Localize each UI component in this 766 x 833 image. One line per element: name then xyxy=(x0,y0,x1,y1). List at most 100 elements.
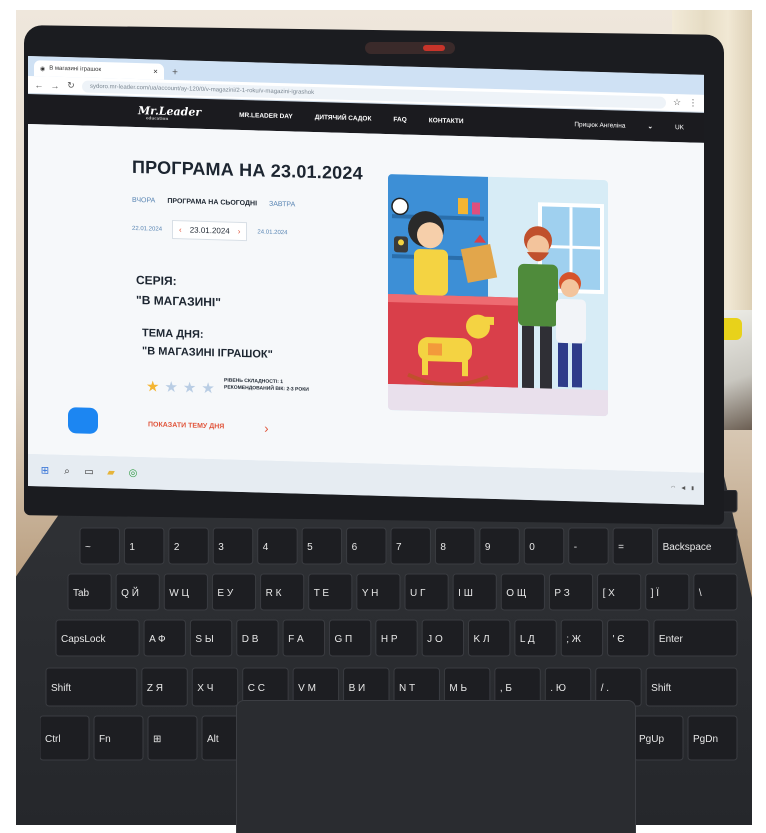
key-label: M Ь xyxy=(449,683,467,694)
keyboard-key: Z Я xyxy=(141,667,188,707)
close-icon[interactable]: ✕ xyxy=(153,68,158,75)
key-label: = xyxy=(618,542,624,553)
chat-widget-icon[interactable] xyxy=(68,407,98,434)
key-label: Shift xyxy=(651,683,671,694)
keyboard-key: T Е xyxy=(308,573,353,611)
folder-icon[interactable]: ▰ xyxy=(104,465,118,479)
wifi-icon[interactable]: ◠ xyxy=(671,485,675,491)
reload-icon[interactable]: ↻ xyxy=(66,80,76,91)
site-logo[interactable]: Mr.Leader education xyxy=(138,104,201,122)
date-next[interactable]: 24.01.2024 xyxy=(257,229,287,236)
keyboard-key: 8 xyxy=(434,527,476,565)
keyboard-key: F А xyxy=(282,619,325,657)
date-current-box: ‹ 23.01.2024 › xyxy=(172,220,248,242)
tab-today[interactable]: ПРОГРАМА НА СЬОГОДНІ xyxy=(167,198,257,208)
toy-shop-illustration xyxy=(388,174,608,417)
series-value: "В МАГАЗИНІ" xyxy=(136,293,221,310)
keyboard-key: 0 xyxy=(523,527,565,565)
keyboard-key: \ xyxy=(693,573,738,611)
browser-icon[interactable]: ◎ xyxy=(126,466,140,480)
day-tabs: ВЧОРА ПРОГРАМА НА СЬОГОДНІ ЗАВТРА xyxy=(132,197,295,209)
keyboard-key: ] Ї xyxy=(645,573,690,611)
star-empty-icon: ★ xyxy=(182,379,197,397)
key-label: ⊞ xyxy=(153,734,161,745)
logo-subtitle: education xyxy=(146,114,169,121)
keyboard-key: Enter xyxy=(653,619,738,657)
key-label: ' Є xyxy=(613,634,625,645)
keyboard-key: A Ф xyxy=(143,619,186,657)
task-view-icon[interactable]: ▭ xyxy=(82,465,96,479)
keyboard-key: 2 xyxy=(168,527,209,565)
keyboard-key: 3 xyxy=(212,527,254,565)
key-label: ] Ї xyxy=(651,587,660,599)
keyboard-key: = xyxy=(612,527,654,565)
nav-kindergarten[interactable]: ДИТЯЧИЙ САДОК xyxy=(315,114,372,123)
key-label: PgDn xyxy=(693,734,718,745)
key-label: B И xyxy=(349,683,366,694)
keyboard-key: 9 xyxy=(479,527,520,565)
keyboard-key: I Ш xyxy=(452,573,497,611)
key-label: 2 xyxy=(174,542,180,553)
language-switch[interactable]: UK xyxy=(675,124,684,131)
keyboard-key: ' Є xyxy=(607,619,650,657)
menu-icon[interactable]: ⋮ xyxy=(688,97,698,108)
keyboard-key: W Ц xyxy=(163,573,208,611)
key-label: 1 xyxy=(129,542,135,553)
webcam-cover xyxy=(365,42,455,54)
key-label: Enter xyxy=(659,634,684,645)
key-label: Fn xyxy=(99,734,111,745)
key-label: D В xyxy=(242,634,259,645)
system-tray[interactable]: ◠ ◀ ▮ xyxy=(671,485,694,492)
keyboard-key: Tab xyxy=(67,573,112,611)
volume-icon[interactable]: ◀ xyxy=(681,485,685,491)
key-label: F А xyxy=(288,634,304,645)
keyboard-key: D В xyxy=(236,619,279,657)
chevron-left-icon[interactable]: ‹ xyxy=(179,225,182,234)
nav-mrleader-day[interactable]: MR.LEADER DAY xyxy=(239,111,293,119)
key-label: E У xyxy=(217,588,233,599)
keyboard-key: ; Ж xyxy=(560,619,604,657)
date-prev[interactable]: 22.01.2024 xyxy=(132,225,162,232)
age-text: РЕКОМЕНДОВАНИЙ ВІК: 2-3 РОКИ xyxy=(224,384,309,393)
back-icon[interactable]: ← xyxy=(34,80,44,90)
forward-icon[interactable]: → xyxy=(50,80,60,90)
keyboard-key: Ctrl xyxy=(40,715,90,761)
battery-icon[interactable]: ▮ xyxy=(691,486,694,492)
key-label: 5 xyxy=(307,542,313,553)
windows-start-icon[interactable]: ⊞ xyxy=(38,463,52,477)
theme-value: "В МАГАЗИНІ ІГРАШОК" xyxy=(142,345,273,361)
nav-faq[interactable]: FAQ xyxy=(393,116,406,123)
key-label: 3 xyxy=(218,542,224,553)
keyboard-key: Shift xyxy=(45,667,138,707)
photo-frame: EscF1F2F3F4F5F6F7F8F9F10F11F12HomeEndIns… xyxy=(0,0,766,833)
chevron-right-icon: › xyxy=(264,420,269,436)
keyboard-key: X Ч xyxy=(191,667,239,707)
key-label: N Т xyxy=(399,683,415,694)
search-icon[interactable]: ⌕ xyxy=(60,464,74,478)
show-theme-button[interactable]: ПОКАЗАТИ ТЕМУ ДНЯ › xyxy=(148,417,269,436)
key-label: [ Х xyxy=(603,588,616,599)
tab-tomorrow[interactable]: ЗАВТРА xyxy=(269,201,295,209)
new-tab-button[interactable]: + xyxy=(168,66,182,80)
key-label: L Д xyxy=(520,634,535,645)
keyboard-key: 1 xyxy=(123,527,165,565)
chevron-right-icon[interactable]: › xyxy=(238,227,241,236)
key-label: 8 xyxy=(440,542,446,553)
key-label: / . xyxy=(601,683,609,694)
date-current: 23.01.2024 xyxy=(189,225,230,236)
level-info: РІВЕНЬ СКЛАДНОСТІ: 1 РЕКОМЕНДОВАНИЙ ВІК:… xyxy=(224,377,309,393)
chevron-down-icon[interactable]: ⌄ xyxy=(648,122,653,130)
show-theme-label: ПОКАЗАТИ ТЕМУ ДНЯ xyxy=(148,421,225,431)
nav-contacts[interactable]: КОНТАКТИ xyxy=(429,117,464,125)
star-empty-icon: ★ xyxy=(201,379,215,398)
keyboard-key: L Д xyxy=(514,619,557,657)
key-label: ; Ж xyxy=(566,634,582,645)
star-icon[interactable]: ☆ xyxy=(672,97,682,108)
theme-label: ТЕМА ДНЯ: xyxy=(142,327,204,341)
user-menu[interactable]: Прицюк Ангеліна xyxy=(574,121,625,129)
tab-yesterday[interactable]: ВЧОРА xyxy=(132,197,155,205)
key-label: H Р xyxy=(381,634,398,645)
key-label: W Ц xyxy=(169,588,189,599)
key-label: G П xyxy=(334,634,352,645)
key-label: Alt xyxy=(207,734,219,745)
